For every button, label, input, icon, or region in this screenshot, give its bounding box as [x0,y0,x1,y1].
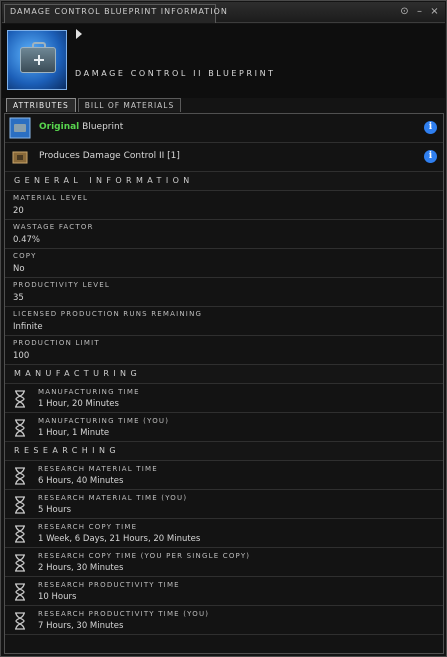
item-header: DAMAGE CONTROL II BLUEPRINT [2,24,445,98]
expand-arrow-icon[interactable] [76,29,82,39]
blueprint-type-text: Original Blueprint [39,122,123,132]
attr-value: 20 [13,206,24,216]
time-value: 6 Hours, 40 Minutes [38,476,124,486]
hourglass-icon [15,467,25,485]
time-value: 1 Hour, 20 Minutes [38,399,119,409]
section-general-information: GENERAL INFORMATION [5,172,443,191]
hourglass-icon [15,554,25,572]
time-row-research-material: RESEARCH MATERIAL TIME 6 Hours, 40 Minut… [5,461,443,490]
time-value: 1 Week, 6 Days, 21 Hours, 20 Minutes [38,534,201,544]
time-label: RESEARCH COPY TIME (YOU PER SINGLE COPY) [38,552,251,560]
hourglass-icon [15,390,25,408]
time-row-manufacturing-you: MANUFACTURING TIME (YOU) 1 Hour, 1 Minut… [5,413,443,442]
tab-bill-of-materials[interactable]: BILL OF MATERIALS [77,98,182,112]
attr-label: PRODUCTION LIMIT [13,339,100,347]
time-row-research-productivity-you: RESEARCH PRODUCTIVITY TIME (YOU) 7 Hours… [5,606,443,635]
time-row-research-copy-you: RESEARCH COPY TIME (YOU PER SINGLE COPY)… [5,548,443,577]
blueprint-type-row: Original Blueprint i [5,114,443,143]
time-value: 1 Hour, 1 Minute [38,428,110,438]
tab-bar: ATTRIBUTES BILL OF MATERIALS [6,98,182,113]
options-icon[interactable]: ⊙ [398,5,411,18]
original-label: Original [39,122,80,132]
window-title: DAMAGE CONTROL BLUEPRINT INFORMATION [10,7,228,16]
medkit-icon [20,42,56,73]
hourglass-icon [15,612,25,630]
produces-row: Produces Damage Control II [1] i [5,143,443,172]
produces-text: Produces Damage Control II [1] [39,151,180,161]
blueprint-item-icon[interactable] [7,30,67,90]
item-name: DAMAGE CONTROL II BLUEPRINT [75,69,276,78]
hourglass-icon [15,419,25,437]
attr-label: PRODUCTIVITY LEVEL [13,281,111,289]
attr-licensed-runs: LICENSED PRODUCTION RUNS REMAINING Infin… [5,307,443,336]
blueprint-info-window: DAMAGE CONTROL BLUEPRINT INFORMATION ⊙ –… [0,0,447,657]
section-manufacturing: MANUFACTURING [5,365,443,384]
attr-value: 35 [13,293,24,303]
time-value: 10 Hours [38,592,77,602]
tab-attributes[interactable]: ATTRIBUTES [6,98,76,112]
attr-material-level: MATERIAL LEVEL 20 [5,191,443,220]
attr-value: Infinite [13,322,43,332]
time-value: 2 Hours, 30 Minutes [38,563,124,573]
time-label: RESEARCH COPY TIME [38,523,138,531]
hourglass-icon [15,525,25,543]
attr-copy: COPY No [5,249,443,278]
time-row-research-copy: RESEARCH COPY TIME 1 Week, 6 Days, 21 Ho… [5,519,443,548]
attr-value: 100 [13,351,30,361]
attr-label: LICENSED PRODUCTION RUNS REMAINING [13,310,203,318]
crate-icon [12,151,28,164]
attr-wastage-factor: WASTAGE FACTOR 0.47% [5,220,443,249]
attr-value: 0.47% [13,235,41,245]
time-row-manufacturing: MANUFACTURING TIME 1 Hour, 20 Minutes [5,384,443,413]
time-row-research-material-you: RESEARCH MATERIAL TIME (YOU) 5 Hours [5,490,443,519]
attributes-panel[interactable]: Original Blueprint i Produces Damage Con… [4,113,444,654]
time-value: 5 Hours [38,505,72,515]
attr-value: No [13,264,25,274]
attr-productivity-level: PRODUCTIVITY LEVEL 35 [5,278,443,307]
blueprint-icon [9,117,31,139]
time-label: RESEARCH PRODUCTIVITY TIME (YOU) [38,610,210,618]
hourglass-icon [15,583,25,601]
minimize-icon[interactable]: – [413,5,426,18]
time-label: RESEARCH MATERIAL TIME [38,465,158,473]
window-controls: ⊙ – × [398,5,441,18]
attr-production-limit: PRODUCTION LIMIT 100 [5,336,443,365]
time-label: MANUFACTURING TIME [38,388,140,396]
time-value: 7 Hours, 30 Minutes [38,621,124,631]
time-label: RESEARCH PRODUCTIVITY TIME [38,581,180,589]
attr-label: MATERIAL LEVEL [13,194,89,202]
section-researching: RESEARCHING [5,442,443,461]
title-bar[interactable]: DAMAGE CONTROL BLUEPRINT INFORMATION ⊙ –… [2,2,445,23]
close-icon[interactable]: × [428,5,441,18]
hourglass-icon [15,496,25,514]
attr-label: WASTAGE FACTOR [13,223,94,231]
blueprint-label: Blueprint [82,122,124,132]
attr-label: COPY [13,252,37,260]
time-row-research-productivity: RESEARCH PRODUCTIVITY TIME 10 Hours [5,577,443,606]
info-icon[interactable]: i [424,150,437,163]
info-icon[interactable]: i [424,121,437,134]
time-label: RESEARCH MATERIAL TIME (YOU) [38,494,188,502]
time-label: MANUFACTURING TIME (YOU) [38,417,170,425]
